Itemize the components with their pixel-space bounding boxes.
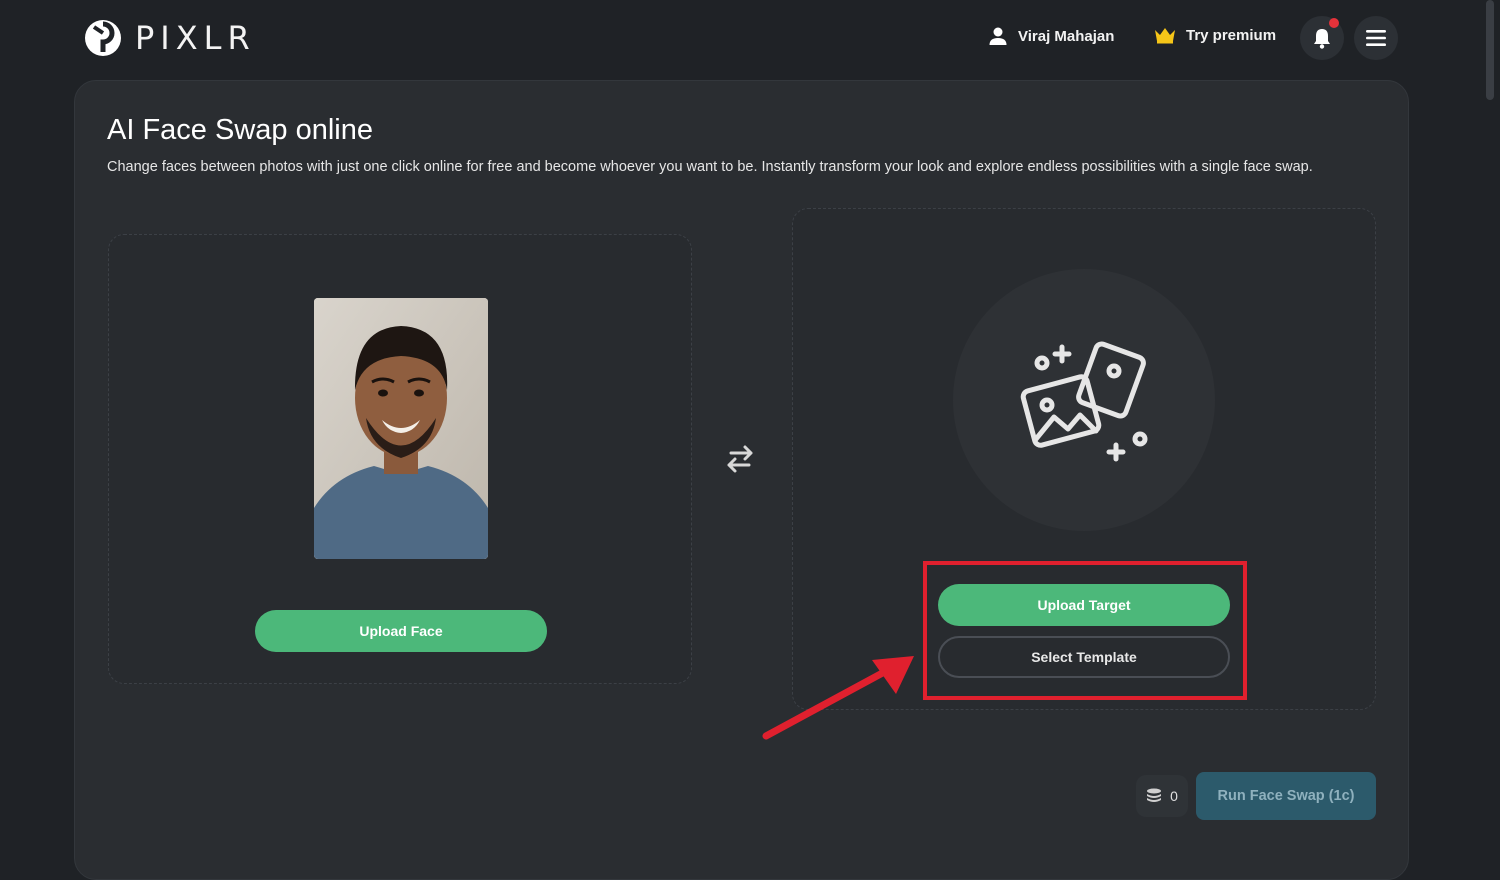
top-navigation-bar: PIXLR Viraj Mahajan Try premium — [0, 0, 1500, 80]
premium-label: Try premium — [1186, 26, 1277, 44]
credits-counter: 0 — [1136, 775, 1188, 817]
upload-face-button[interactable]: Upload Face — [255, 610, 547, 652]
annotation-arrow-icon — [762, 656, 914, 740]
coins-stack-icon — [1147, 788, 1162, 802]
face-upload-panel[interactable]: Upload Face — [108, 234, 692, 684]
portrait-image — [314, 298, 488, 559]
pixlr-logo-icon — [85, 20, 121, 56]
credits-count: 0 — [1170, 788, 1178, 804]
page-title: AI Face Swap online — [107, 114, 373, 146]
user-name: Viraj Mahajan — [1018, 27, 1115, 45]
swap-arrows-icon — [727, 445, 753, 473]
face-photo — [314, 298, 488, 559]
face-swap-card: AI Face Swap online Change faces between… — [74, 80, 1409, 880]
hamburger-menu-icon — [1366, 30, 1386, 46]
annotation-highlight-box — [923, 561, 1247, 700]
logo-text: PIXLR — [135, 19, 256, 57]
run-face-swap-button[interactable]: Run Face Swap (1c) — [1196, 772, 1376, 820]
user-icon — [989, 27, 1007, 45]
crown-icon — [1155, 28, 1175, 44]
images-placeholder-icon — [1020, 341, 1148, 462]
user-account-link[interactable]: Viraj Mahajan — [988, 26, 1114, 46]
page-scrollbar[interactable] — [1486, 0, 1494, 100]
page-description: Change faces between photos with just on… — [107, 159, 1313, 175]
bell-icon — [1314, 29, 1330, 49]
menu-button[interactable] — [1354, 16, 1398, 60]
try-premium-link[interactable]: Try premium — [1154, 26, 1276, 44]
pixlr-logo[interactable]: PIXLR — [83, 18, 256, 58]
notifications-button[interactable] — [1300, 16, 1344, 60]
target-placeholder — [953, 269, 1215, 531]
notification-badge — [1329, 18, 1339, 28]
